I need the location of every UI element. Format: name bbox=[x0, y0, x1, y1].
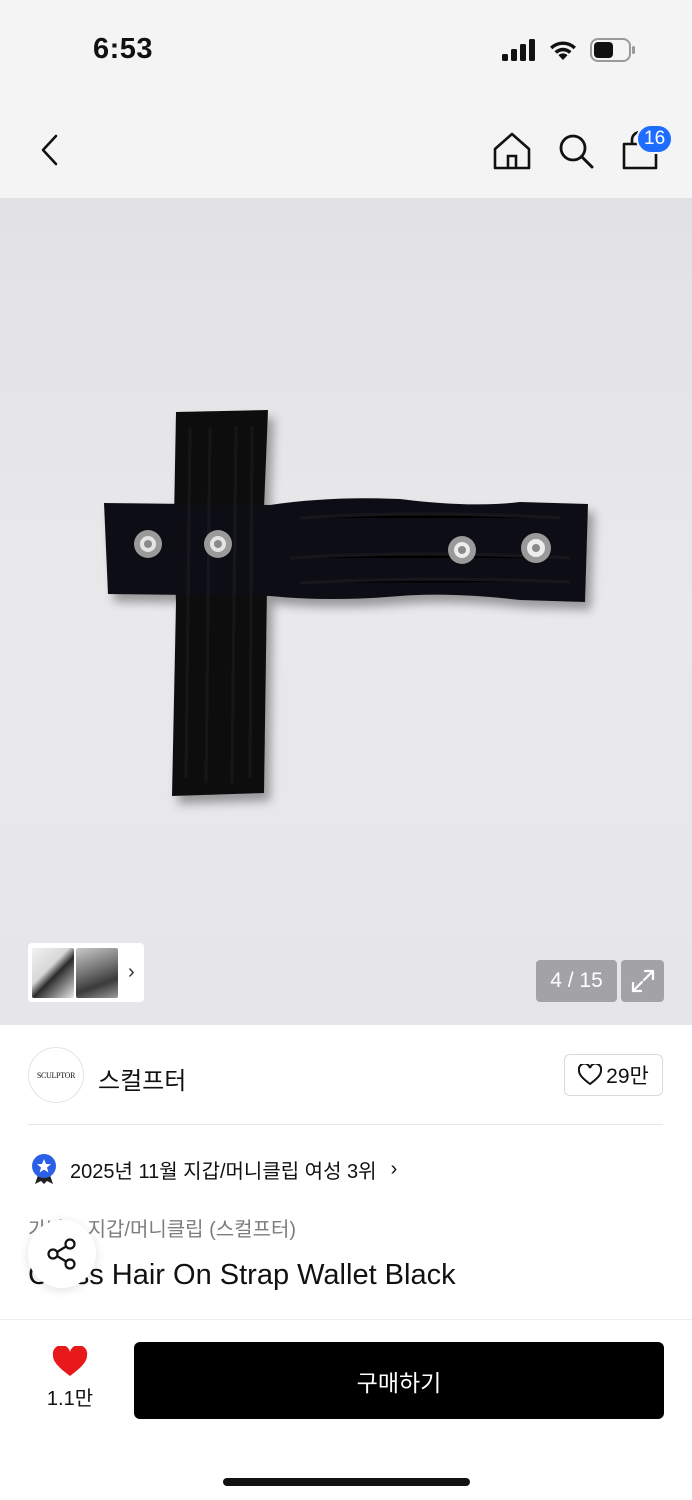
heart-filled-icon bbox=[52, 1346, 88, 1376]
brand-name[interactable]: 스컬프터 bbox=[98, 1061, 186, 1096]
chevron-right-icon: › bbox=[390, 1157, 398, 1180]
buy-button[interactable]: 구매하기 bbox=[134, 1342, 664, 1419]
thumbnail-1[interactable] bbox=[32, 947, 74, 998]
search-icon bbox=[559, 134, 594, 169]
bottom-action-bar: 1.1만 구매하기 bbox=[0, 1319, 692, 1500]
search-button[interactable] bbox=[555, 130, 597, 172]
heart-outline-icon bbox=[578, 1064, 603, 1086]
chevron-right-icon: › bbox=[128, 961, 135, 983]
back-button[interactable] bbox=[30, 128, 70, 172]
brand-like-count: 29만 bbox=[606, 1065, 649, 1088]
top-nav-bar bbox=[0, 100, 692, 198]
battery-icon bbox=[590, 38, 635, 62]
expand-icon bbox=[631, 969, 654, 993]
product-image-gallery[interactable]: › 4 / 15 bbox=[0, 198, 692, 1025]
share-icon bbox=[47, 1238, 76, 1270]
brand-logo-text: SCULPTOR bbox=[36, 1070, 76, 1080]
share-button[interactable] bbox=[28, 1220, 96, 1288]
ranking-text: 2025년 11월 지갑/머니클립 여성 3위 bbox=[70, 1160, 377, 1183]
favorite-count: 1.1만 bbox=[46, 1388, 94, 1410]
star-medal-icon bbox=[32, 1154, 56, 1184]
expand-button[interactable] bbox=[621, 960, 664, 1002]
back-chevron-icon bbox=[41, 134, 58, 166]
image-page-counter: 4 / 15 bbox=[536, 960, 617, 1002]
wifi-icon bbox=[550, 41, 576, 60]
cart-count-badge: 16 bbox=[636, 124, 674, 154]
divider bbox=[28, 1124, 663, 1125]
brand-row: SCULPTOR 스컬프터 29만 bbox=[0, 1025, 692, 1125]
brand-like-button[interactable]: 29만 bbox=[564, 1054, 663, 1096]
ranking-link[interactable]: 2025년 11월 지갑/머니클립 여성 3위 › bbox=[30, 1153, 397, 1185]
brand-logo[interactable]: SCULPTOR bbox=[28, 1047, 84, 1103]
status-icons bbox=[502, 38, 636, 62]
thumbnail-2[interactable] bbox=[76, 947, 118, 998]
status-time: 6:53 bbox=[93, 33, 154, 65]
favorite-button[interactable]: 1.1만 bbox=[30, 1346, 110, 1416]
thumbnail-strip[interactable]: › bbox=[28, 943, 144, 1002]
product-image bbox=[104, 410, 588, 796]
signal-icon bbox=[502, 39, 535, 61]
status-bar: 6:53 bbox=[0, 0, 692, 100]
home-icon bbox=[493, 132, 531, 170]
home-button[interactable] bbox=[491, 130, 533, 172]
home-indicator[interactable] bbox=[223, 1478, 470, 1486]
